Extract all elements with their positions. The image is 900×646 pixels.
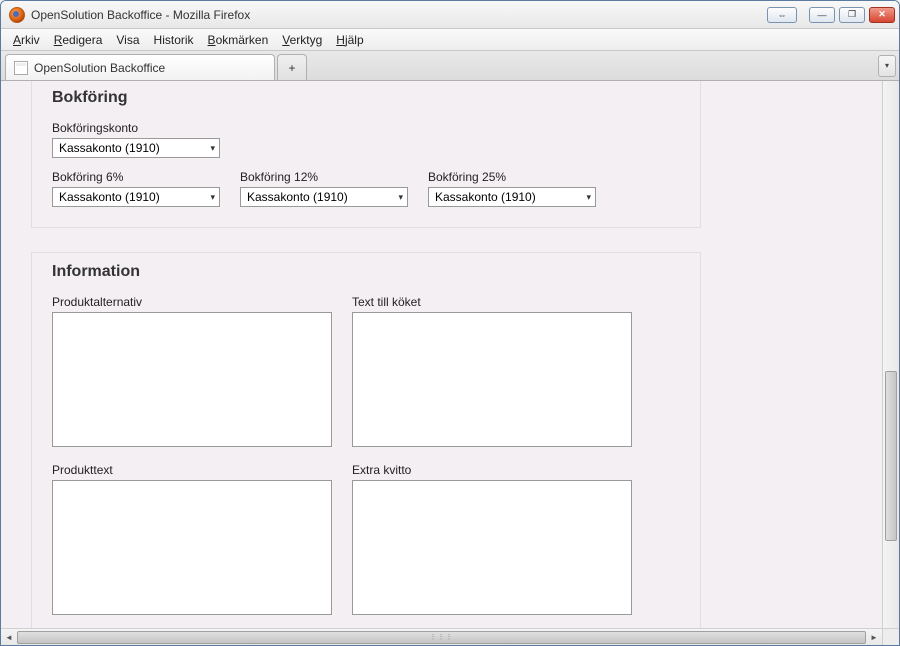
- menu-verktyg-rest: erktyg: [290, 33, 323, 47]
- bokforingskonto-select[interactable]: Kassakonto (1910) ▾: [52, 138, 220, 158]
- information-panel: Information Produktalternativ Text till …: [31, 252, 701, 628]
- produkttext-field: Produkttext: [52, 463, 332, 615]
- menu-redigera-rest: edigera: [62, 33, 102, 47]
- bokforing6-field: Bokföring 6% Kassakonto (1910) ▾: [52, 170, 220, 207]
- chevron-down-icon: ▾: [885, 61, 889, 70]
- information-grid: Produktalternativ Text till köket Produk…: [52, 295, 680, 615]
- bokforing12-select[interactable]: Kassakonto (1910) ▾: [240, 187, 408, 207]
- firefox-icon: [9, 7, 25, 23]
- chevron-down-icon: ▾: [586, 192, 591, 203]
- text-till-koket-field: Text till köket: [352, 295, 632, 447]
- page: Bokföring Bokföringskonto Kassakonto (19…: [1, 81, 882, 628]
- chevron-down-icon: ▾: [398, 192, 403, 203]
- bokforing25-label: Bokföring 25%: [428, 170, 596, 184]
- menu-bokmarken[interactable]: Bokmärken: [202, 31, 275, 49]
- new-tab-button[interactable]: +: [277, 54, 307, 80]
- grip-icon: ⋮⋮⋮: [430, 633, 454, 641]
- tabs-dropdown-button[interactable]: ▾: [878, 55, 896, 77]
- menu-historik[interactable]: Historik: [148, 31, 200, 49]
- bokforing12-field: Bokföring 12% Kassakonto (1910) ▾: [240, 170, 408, 207]
- produkttext-textarea[interactable]: [52, 480, 332, 615]
- menu-arkiv[interactable]: Arkiv: [7, 31, 46, 49]
- menu-hjalp[interactable]: Hjälp: [330, 31, 369, 49]
- extra-kvitto-label: Extra kvitto: [352, 463, 632, 477]
- bokforing6-select[interactable]: Kassakonto (1910) ▾: [52, 187, 220, 207]
- menu-hjalp-rest: jälp: [345, 33, 364, 47]
- produktalternativ-textarea[interactable]: [52, 312, 332, 447]
- content-area: Bokföring Bokföringskonto Kassakonto (19…: [1, 81, 899, 645]
- tab-active[interactable]: OpenSolution Backoffice: [5, 54, 275, 80]
- bokforing6-label: Bokföring 6%: [52, 170, 220, 184]
- window-title: OpenSolution Backoffice - Mozilla Firefo…: [31, 8, 767, 22]
- horizontal-scrollbar-thumb[interactable]: ⋮⋮⋮: [17, 631, 866, 644]
- bokforingskonto-label: Bokföringskonto: [52, 121, 680, 135]
- bokforing-row: Bokföring 6% Kassakonto (1910) ▾ Bokföri…: [52, 170, 680, 207]
- extra-kvitto-textarea[interactable]: [352, 480, 632, 615]
- window-buttons: ⇔ — ❐ ✕: [767, 7, 895, 23]
- produktalternativ-field: Produktalternativ: [52, 295, 332, 447]
- window-drag-button[interactable]: ⇔: [767, 7, 797, 23]
- bokforing25-select[interactable]: Kassakonto (1910) ▾: [428, 187, 596, 207]
- menubar: Arkiv Redigera Visa Historik Bokmärken V…: [1, 29, 899, 51]
- menu-visa[interactable]: Visa: [110, 31, 145, 49]
- bokforing12-label: Bokföring 12%: [240, 170, 408, 184]
- scroll-left-button[interactable]: ◄: [1, 630, 17, 645]
- bokforingskonto-value: Kassakonto (1910): [59, 141, 160, 155]
- bokforing25-field: Bokföring 25% Kassakonto (1910) ▾: [428, 170, 596, 207]
- vertical-scrollbar[interactable]: [882, 81, 899, 628]
- page-icon: [14, 61, 28, 75]
- produktalternativ-label: Produktalternativ: [52, 295, 332, 309]
- bokforing6-value: Kassakonto (1910): [59, 190, 160, 204]
- chevron-down-icon: ▾: [210, 143, 215, 154]
- bokforing-panel: Bokföring Bokföringskonto Kassakonto (19…: [31, 81, 701, 228]
- information-heading: Information: [52, 263, 680, 281]
- plus-icon: +: [288, 61, 295, 75]
- maximize-button[interactable]: ❐: [839, 7, 865, 23]
- bokforing25-value: Kassakonto (1910): [435, 190, 536, 204]
- extra-kvitto-field: Extra kvitto: [352, 463, 632, 615]
- tabbar: OpenSolution Backoffice + ▾: [1, 51, 899, 81]
- menu-bokmarken-rest: okmärken: [216, 33, 269, 47]
- bokforingskonto-field: Bokföringskonto Kassakonto (1910) ▾: [52, 121, 680, 158]
- browser-window: OpenSolution Backoffice - Mozilla Firefo…: [0, 0, 900, 646]
- menu-verktyg[interactable]: Verktyg: [276, 31, 328, 49]
- vertical-scrollbar-thumb[interactable]: [885, 371, 897, 541]
- produkttext-label: Produkttext: [52, 463, 332, 477]
- bokforing-heading: Bokföring: [52, 89, 680, 107]
- scroll-right-button[interactable]: ►: [866, 630, 882, 645]
- minimize-button[interactable]: —: [809, 7, 835, 23]
- horizontal-scrollbar[interactable]: ◄ ⋮⋮⋮ ►: [1, 628, 882, 645]
- horizontal-scrollbar-track[interactable]: ⋮⋮⋮: [17, 631, 866, 644]
- text-till-koket-textarea[interactable]: [352, 312, 632, 447]
- close-button[interactable]: ✕: [869, 7, 895, 23]
- bokforing12-value: Kassakonto (1910): [247, 190, 348, 204]
- titlebar: OpenSolution Backoffice - Mozilla Firefo…: [1, 1, 899, 29]
- scroll-corner: [882, 628, 899, 645]
- chevron-down-icon: ▾: [210, 192, 215, 203]
- menu-arkiv-rest: rkiv: [21, 33, 40, 47]
- tab-active-label: OpenSolution Backoffice: [34, 61, 165, 75]
- text-till-koket-label: Text till köket: [352, 295, 632, 309]
- menu-redigera[interactable]: Redigera: [48, 31, 109, 49]
